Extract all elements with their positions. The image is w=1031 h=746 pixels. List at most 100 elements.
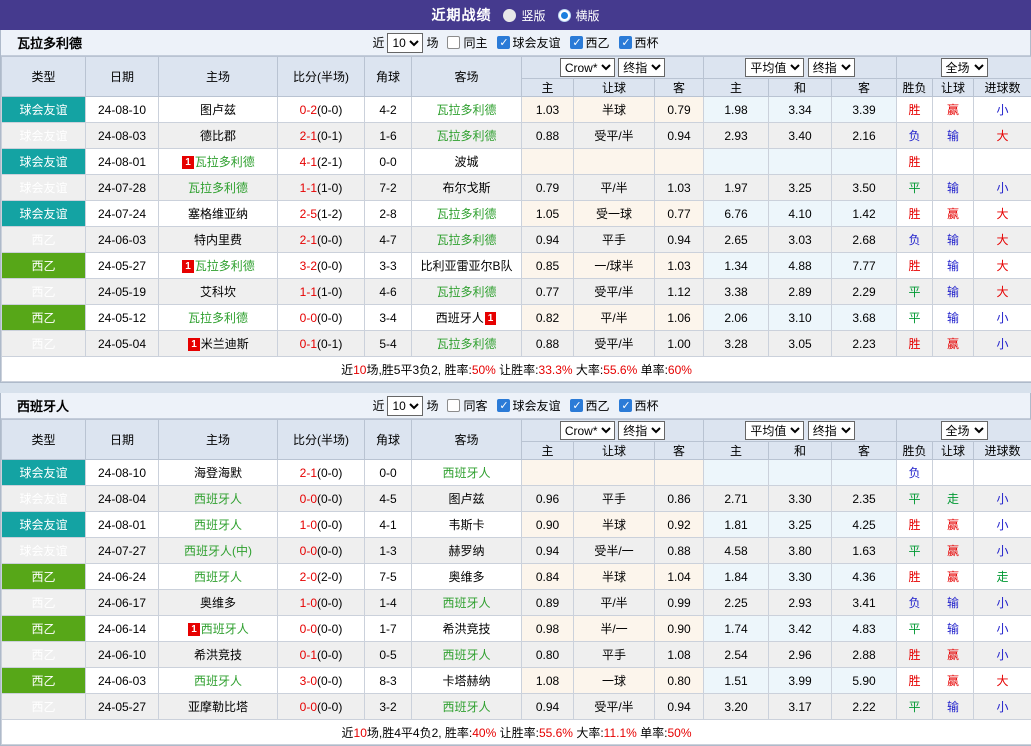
avg-odds-cell: 3.39	[832, 97, 897, 123]
subcol-result-handicap: 让球	[933, 79, 974, 97]
result-cell: 负	[897, 460, 933, 486]
result-cell: 赢	[933, 331, 974, 357]
odds-cell: 0.88	[522, 123, 574, 149]
team-name-heading: 西班牙人	[17, 396, 69, 415]
games-suffix-label: 场	[426, 34, 438, 51]
league-segunda-checkbox[interactable]	[570, 36, 583, 49]
same-venue-checkbox[interactable]	[447, 36, 460, 49]
avg-source-select[interactable]: 平均值	[745, 421, 804, 440]
col-header-date: 日期	[86, 420, 159, 460]
avg-odds-cell: 3.68	[832, 305, 897, 331]
date-cell: 24-07-24	[86, 201, 159, 227]
scope-select[interactable]: 全场	[941, 58, 988, 77]
avg-stage-select[interactable]: 终指	[808, 421, 855, 440]
avg-odds-cell: 3.25	[769, 175, 832, 201]
scope-group-header: 全场	[897, 57, 1031, 79]
odds-cell: 0.96	[522, 486, 574, 512]
league-friendly-checkbox[interactable]	[497, 36, 510, 49]
league-friendly-checkbox[interactable]	[497, 399, 510, 412]
date-cell: 24-05-04	[86, 331, 159, 357]
home-team-cell: 塞格维亚纳	[159, 201, 278, 227]
league-cup-checkbox[interactable]	[619, 36, 632, 49]
match-type-cell: 西乙	[2, 616, 86, 642]
away-team-cell: 西班牙人	[412, 694, 522, 720]
odds-stage-select[interactable]: 终指	[618, 58, 665, 77]
fulltime-score: 2-0	[300, 570, 317, 584]
odds-cell: 平手	[574, 486, 655, 512]
layout-radio-horizontal[interactable]: 横版	[558, 7, 600, 24]
result-cell: 小	[974, 486, 1031, 512]
summary-part: 近	[341, 363, 353, 377]
avg-odds-cell: 3.28	[704, 331, 769, 357]
corner-cell: 7-5	[365, 564, 412, 590]
corner-cell: 4-1	[365, 512, 412, 538]
result-cell: 胜	[897, 668, 933, 694]
radio-icon-vertical[interactable]	[503, 9, 516, 22]
recent-games-select[interactable]: 10	[387, 396, 423, 416]
result-cell: 赢	[933, 201, 974, 227]
result-cell: 平	[897, 305, 933, 331]
avg-source-select[interactable]: 平均值	[745, 58, 804, 77]
filter-bar: 瓦拉多利德 近 10 场 同主 球会友谊 西乙 西杯	[1, 30, 1030, 56]
score-cell: 4-1(2-1)	[278, 149, 365, 175]
result-cell	[974, 460, 1031, 486]
home-team-cell: 特内里费	[159, 227, 278, 253]
date-cell: 24-05-12	[86, 305, 159, 331]
odds-cell: 半/一	[574, 616, 655, 642]
table-row: 西乙24-06-03特内里费2-1(0-0)4-7瓦拉多利德0.94平手0.94…	[2, 227, 1031, 253]
odds-cell: 0.94	[655, 227, 704, 253]
odds-cell: 0.85	[522, 253, 574, 279]
scope-select[interactable]: 全场	[941, 421, 988, 440]
team-section-espanyol: 西班牙人 近 10 场 同客 球会友谊 西乙 西杯 类型 日期 主场 比分(半场…	[0, 393, 1031, 746]
avg-stage-select[interactable]: 终指	[808, 58, 855, 77]
result-cell: 平	[897, 279, 933, 305]
radio-icon-horizontal[interactable]	[558, 9, 571, 22]
avg-odds-cell: 3.25	[769, 512, 832, 538]
same-venue-checkbox[interactable]	[447, 399, 460, 412]
match-type-cell: 西乙	[2, 642, 86, 668]
avg-odds-cell: 4.10	[769, 201, 832, 227]
result-cell: 大	[974, 123, 1031, 149]
league-segunda-checkbox[interactable]	[570, 399, 583, 412]
result-cell: 走	[933, 486, 974, 512]
recent-games-select[interactable]: 10	[387, 33, 423, 53]
odds-cell: 受平/半	[574, 331, 655, 357]
result-cell	[933, 460, 974, 486]
results-table: 类型 日期 主场 比分(半场) 角球 客场 Crow* 终指 平均值 终指 全场	[1, 56, 1031, 382]
fulltime-score: 0-0	[300, 492, 317, 506]
halftime-score: (1-0)	[317, 181, 342, 195]
same-venue-label: 同客	[463, 397, 487, 414]
odds-company-select[interactable]: Crow*	[560, 421, 615, 440]
fulltime-score: 4-1	[300, 155, 317, 169]
odds-cell: 1.06	[655, 305, 704, 331]
league-cup-checkbox[interactable]	[619, 399, 632, 412]
result-cell: 胜	[897, 97, 933, 123]
result-cell: 平	[897, 694, 933, 720]
summary-part: 55.6%	[603, 363, 637, 377]
table-row: 西乙24-05-12瓦拉多利德0-0(0-0)3-4西班牙人10.82平/半1.…	[2, 305, 1031, 331]
layout-radio-vertical[interactable]: 竖版	[503, 7, 545, 24]
red-card-badge: 1	[182, 156, 194, 169]
team-name: 西班牙人(中)	[184, 544, 252, 558]
odds-cell: 0.94	[522, 538, 574, 564]
home-team-cell: 瓦拉多利德	[159, 175, 278, 201]
score-cell: 3-2(0-0)	[278, 253, 365, 279]
odds-cell: 受平/半	[574, 123, 655, 149]
result-cell: 小	[974, 331, 1031, 357]
table-row: 球会友谊24-08-01西班牙人1-0(0-0)4-1韦斯卡0.90半球0.92…	[2, 512, 1031, 538]
away-team-cell: 布尔戈斯	[412, 175, 522, 201]
odds-stage-select[interactable]: 终指	[618, 421, 665, 440]
odds-cell: 0.82	[522, 305, 574, 331]
fulltime-score: 0-0	[300, 544, 317, 558]
odds-company-select[interactable]: Crow*	[560, 58, 615, 77]
corner-cell: 7-2	[365, 175, 412, 201]
near-label: 近	[372, 397, 384, 414]
away-team-cell: 西班牙人1	[412, 305, 522, 331]
team-name: 西班牙人	[442, 700, 490, 714]
odds-cell: 0.86	[655, 486, 704, 512]
page-title: 近期战绩	[431, 5, 491, 25]
away-team-cell: 瓦拉多利德	[412, 227, 522, 253]
result-cell: 输	[933, 694, 974, 720]
col-header-home: 主场	[159, 420, 278, 460]
home-team-cell: 1瓦拉多利德	[159, 149, 278, 175]
